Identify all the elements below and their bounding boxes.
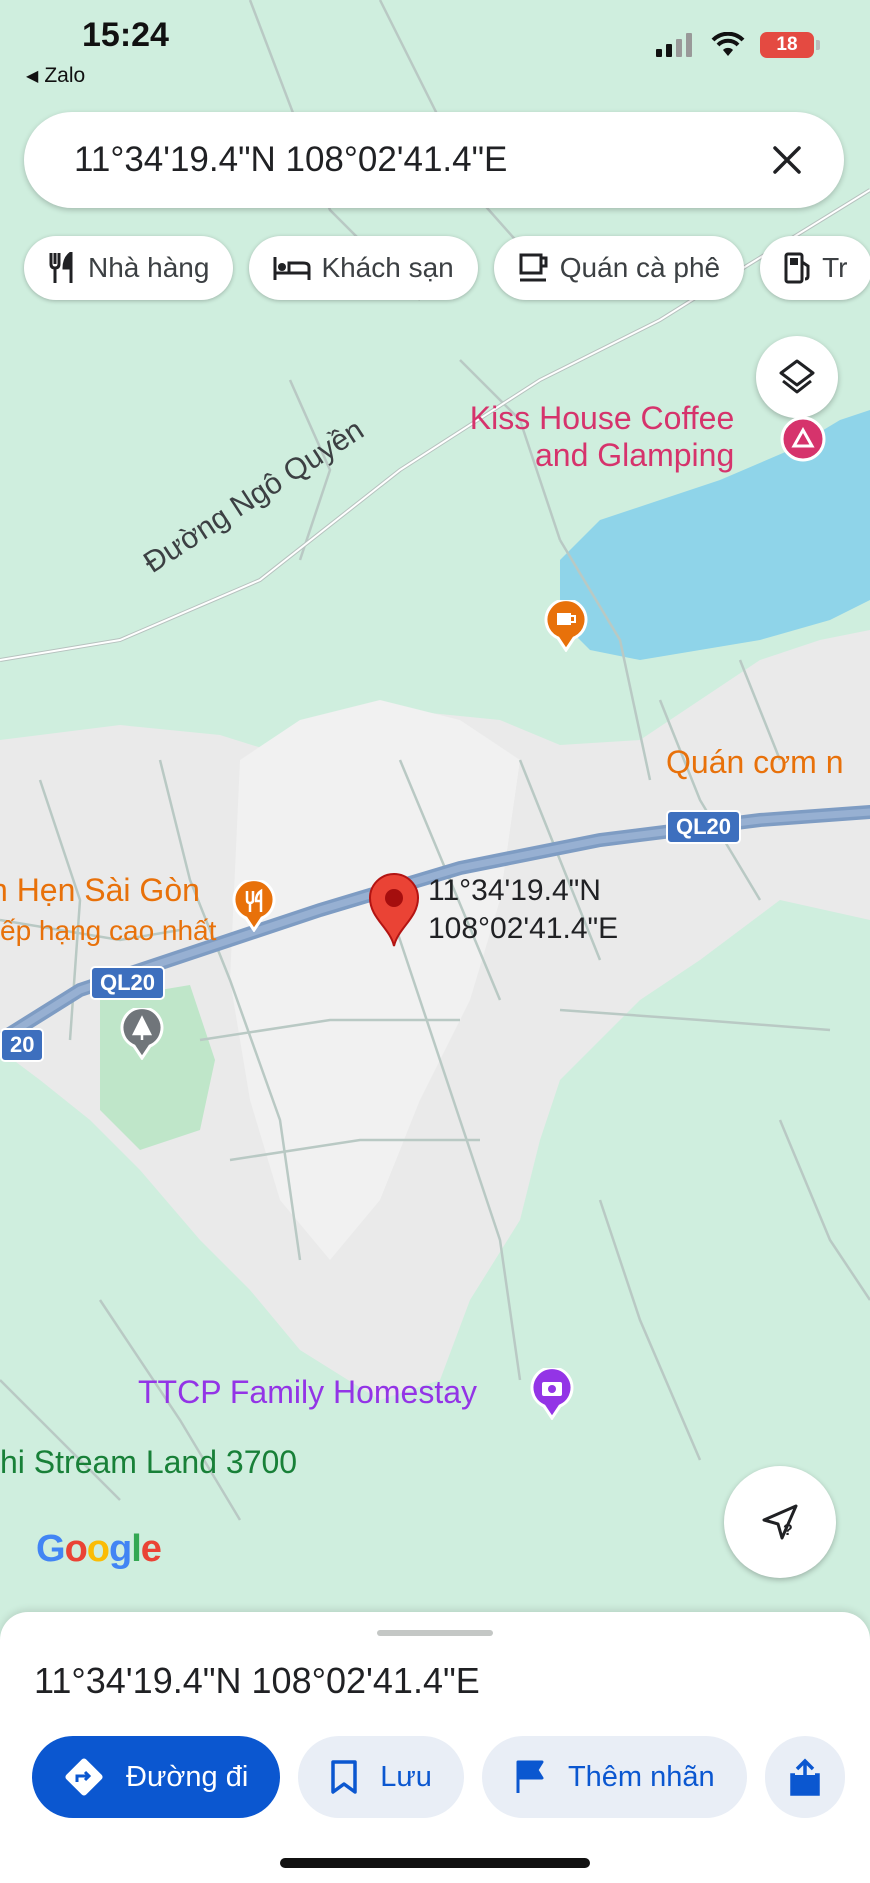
chip-label: Nhà hàng: [88, 252, 210, 283]
poi-label-kiss-house[interactable]: Kiss House Coffee and Glamping: [465, 400, 734, 474]
glamping-marker-icon[interactable]: [780, 416, 826, 462]
restaurant-marker-icon[interactable]: [232, 880, 276, 932]
battery-icon: 18: [760, 32, 820, 58]
chip-gas-stations[interactable]: Tr: [760, 236, 870, 300]
highway-shield-ql20-mid: QL20: [90, 966, 166, 1000]
place-title: 11°34'19.4"N 108°02'41.4"E: [34, 1660, 480, 1701]
share-button[interactable]: [764, 1736, 845, 1818]
highway-shield-ql20-left: 20: [0, 1028, 45, 1062]
status-time: 15:24: [82, 16, 169, 54]
pin-latitude: 11°34'19.4"N: [428, 874, 601, 907]
directions-icon: [65, 1758, 103, 1796]
my-location-button[interactable]: ?: [724, 1466, 836, 1578]
add-label-text: Thêm nhãn: [567, 1760, 715, 1793]
restaurant-icon: [49, 252, 73, 283]
poi-label-quan-com[interactable]: Quán cơm n: [666, 744, 844, 781]
google-logo: Google: [36, 1528, 162, 1570]
park-marker-icon[interactable]: [120, 1008, 164, 1060]
close-icon: [773, 146, 801, 174]
action-buttons: Đường đi Lưu Thêm nhãn: [32, 1736, 845, 1818]
gas-station-icon: [784, 252, 810, 284]
poi-label-stream-land[interactable]: hi Stream Land 3700: [0, 1444, 297, 1481]
add-label-button[interactable]: Thêm nhãn: [481, 1736, 747, 1818]
chip-coffee[interactable]: Quán cà phê: [493, 236, 745, 300]
search-input[interactable]: 11°34'19.4"N 108°02'41.4"E: [74, 140, 762, 180]
save-button[interactable]: Lưu: [298, 1736, 464, 1818]
cafe-marker-icon[interactable]: [544, 600, 588, 652]
search-bar[interactable]: 11°34'19.4"N 108°02'41.4"E: [24, 112, 844, 208]
pin-longitude: 108°02'41.4"E: [428, 912, 619, 945]
wifi-icon: [711, 32, 745, 56]
chip-label: Tr: [822, 252, 848, 283]
coffee-icon: [519, 253, 548, 282]
chip-label: Quán cà phê: [559, 252, 721, 283]
poi-rating-subtitle: ếp hạng cao nhất: [0, 915, 217, 946]
directions-button[interactable]: Đường đi: [32, 1736, 281, 1818]
poi-label-line: Kiss House Coffee: [469, 400, 735, 436]
flag-icon: [516, 1760, 544, 1793]
back-triangle-icon: ◀: [26, 68, 39, 85]
highway-shield-ql20: QL20: [666, 810, 742, 844]
bookmark-icon: [331, 1760, 358, 1794]
poi-label-ttcp-homestay[interactable]: TTCP Family Homestay: [138, 1374, 477, 1411]
location-arrow-question-icon: ?: [762, 1504, 798, 1540]
category-chips: Nhà hàng Khách sạn Quán cà phê Tr: [24, 236, 870, 300]
drag-handle[interactable]: [377, 1630, 493, 1636]
poi-label-line: n Hẹn Sài Gòn: [0, 872, 200, 908]
layers-icon: [779, 359, 815, 394]
poi-label-hen-saigon[interactable]: n Hẹn Sài Gòn ếp hạng cao nhất: [0, 872, 216, 947]
save-label: Lưu: [380, 1760, 432, 1793]
layers-button[interactable]: [756, 336, 838, 418]
poi-label-line: and Glamping: [535, 437, 735, 473]
homestay-marker-icon[interactable]: [530, 1368, 574, 1420]
place-bottom-sheet[interactable]: 11°34'19.4"N 108°02'41.4"E Đường đi Lưu …: [0, 1612, 870, 1883]
back-app-label: Zalo: [44, 64, 86, 87]
status-icons: 18: [656, 32, 820, 58]
hotel-icon: [273, 257, 311, 280]
chip-restaurants[interactable]: Nhà hàng: [24, 236, 234, 300]
dropped-pin-icon[interactable]: [366, 872, 422, 948]
share-icon: [789, 1758, 820, 1796]
chip-hotels[interactable]: Khách sạn: [249, 236, 478, 300]
svg-text:?: ?: [783, 1522, 793, 1539]
pin-coordinates-label: 11°34'19.4"N 108°02'41.4"E: [428, 872, 618, 948]
status-bar: 15:24 ◀ Zalo 18: [0, 0, 870, 100]
chip-label: Khách sạn: [321, 252, 454, 283]
home-indicator[interactable]: [280, 1858, 590, 1868]
back-to-app-link[interactable]: ◀ Zalo: [26, 64, 85, 88]
signal-icon: [656, 33, 692, 57]
directions-label: Đường đi: [126, 1760, 249, 1793]
clear-search-button[interactable]: [762, 135, 812, 185]
